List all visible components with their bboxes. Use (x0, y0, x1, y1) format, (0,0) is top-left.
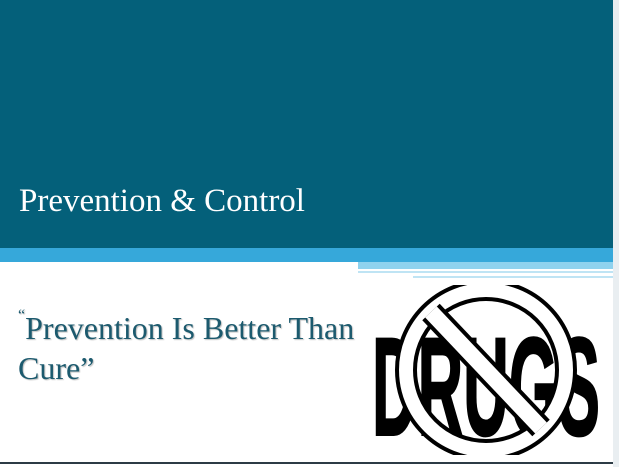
quote-text: “Prevention Is Better Than Cure” (18, 308, 363, 388)
slide: Prevention & Control “Prevention Is Bett… (0, 0, 619, 467)
bottom-border (0, 462, 613, 464)
slide-title: Prevention & Control (19, 183, 305, 219)
slide-edge (613, 0, 619, 467)
close-quote-mark: ” (80, 350, 95, 386)
accent-stripe-step (358, 262, 613, 269)
accent-stripe-line (413, 276, 613, 278)
no-drugs-icon: DRUGS (371, 285, 601, 455)
quote-body: Prevention Is Better Than Cure (18, 310, 355, 386)
accent-stripe (0, 248, 613, 262)
accent-stripe-line (358, 271, 613, 273)
